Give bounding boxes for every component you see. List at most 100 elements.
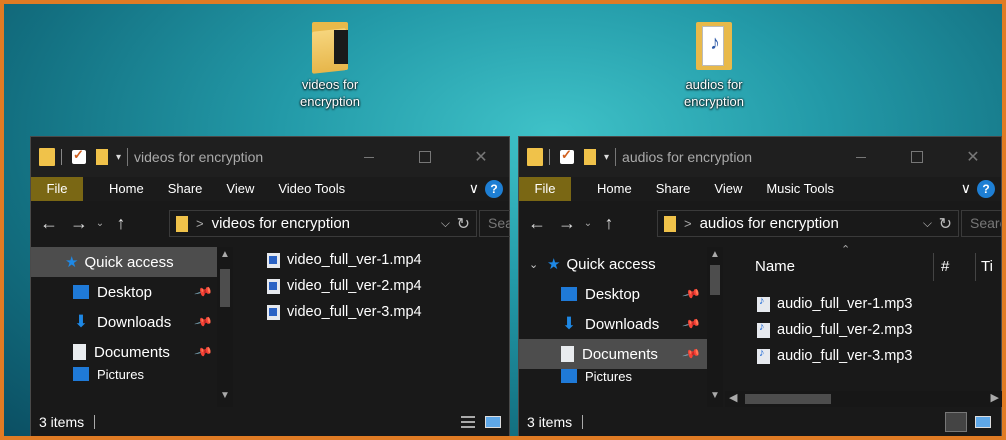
pin-icon[interactable]: 📌 <box>194 342 214 362</box>
tab-view[interactable]: View <box>214 177 266 201</box>
scroll-down-icon[interactable]: ▼ <box>217 390 233 401</box>
pin-icon[interactable]: 📌 <box>682 314 702 334</box>
pin-icon[interactable]: 📌 <box>682 284 702 304</box>
desktop-folder-audios[interactable]: ♪ audios for encryption <box>664 20 764 110</box>
address-bar[interactable]: > videos for encryption ⌵ ↻ <box>169 210 477 237</box>
list-item[interactable]: audio_full_ver-1.mp3 <box>757 291 912 317</box>
help-icon[interactable]: ? <box>485 180 503 198</box>
pin-icon[interactable]: 📌 <box>682 344 702 364</box>
minimize-button[interactable] <box>341 137 397 177</box>
chevron-down-icon[interactable]: ∨ <box>961 180 971 197</box>
refresh-icon[interactable]: ↻ <box>939 214 952 234</box>
sidebar-item-documents[interactable]: Documents 📌 <box>31 337 231 367</box>
tab-music-tools[interactable]: Music Tools <box>754 177 846 201</box>
address-bar[interactable]: > audios for encryption ⌵ ↻ <box>657 210 959 237</box>
recent-locations-icon[interactable]: ⌄ <box>579 218 597 229</box>
tab-home[interactable]: Home <box>585 177 644 201</box>
audio-folder-icon: ♪ <box>692 20 736 72</box>
tab-home[interactable]: Home <box>97 177 156 201</box>
video-folder-icon <box>308 20 352 74</box>
scrollbar-thumb[interactable] <box>710 265 720 295</box>
minimize-button[interactable] <box>833 137 889 177</box>
up-arrow-icon[interactable]: ↑ <box>109 213 133 234</box>
scrollbar-thumb[interactable] <box>745 394 831 404</box>
navigation-scrollbar[interactable]: ▲ ▼ <box>707 247 723 407</box>
column-header-name[interactable]: Name <box>755 247 955 287</box>
breadcrumb[interactable]: videos for encryption <box>212 215 350 232</box>
chevron-down-icon[interactable]: ⌵ <box>441 216 450 231</box>
column-divider[interactable] <box>933 253 934 281</box>
list-item[interactable]: video_full_ver-2.mp4 <box>267 273 422 299</box>
sidebar-item-desktop[interactable]: Desktop 📌 <box>519 279 707 309</box>
sidebar-item-desktop[interactable]: Desktop 📌 <box>31 277 231 307</box>
pin-icon[interactable]: 📌 <box>194 312 214 332</box>
chevron-down-icon[interactable]: ⌄ <box>529 258 539 271</box>
desktop-folder-label: audios for encryption <box>684 77 744 109</box>
back-arrow-icon[interactable]: ← <box>525 213 549 234</box>
back-arrow-icon[interactable]: ← <box>37 213 61 234</box>
chevron-down-icon[interactable]: ∨ <box>469 180 479 197</box>
up-arrow-icon[interactable]: ↑ <box>597 213 621 234</box>
properties-icon[interactable] <box>560 147 574 164</box>
list-item[interactable]: audio_full_ver-3.mp3 <box>757 343 912 369</box>
column-divider[interactable] <box>975 253 976 281</box>
breadcrumb-separator-icon: > <box>684 216 692 231</box>
scroll-left-icon[interactable]: ◀ <box>729 391 737 404</box>
large-icons-view-icon[interactable] <box>975 416 991 428</box>
quick-access-toolbar-dropdown-icon[interactable]: ▾ <box>116 152 121 163</box>
desktop-folder-videos[interactable]: videos for encryption <box>280 20 380 110</box>
recent-locations-icon[interactable]: ⌄ <box>91 218 109 229</box>
scroll-up-icon[interactable]: ▲ <box>707 249 723 260</box>
new-folder-icon[interactable] <box>96 149 108 165</box>
column-header-title[interactable]: Ti <box>981 247 1001 287</box>
search-input[interactable]: Search <box>961 210 1001 237</box>
tab-file[interactable]: File <box>519 177 571 201</box>
sidebar-item-quick-access[interactable]: ★ Quick access <box>31 247 231 277</box>
refresh-icon[interactable]: ↻ <box>457 214 470 234</box>
maximize-button[interactable] <box>889 137 945 177</box>
new-folder-icon[interactable] <box>584 149 596 165</box>
tab-share[interactable]: Share <box>156 177 215 201</box>
properties-icon[interactable] <box>72 147 86 164</box>
divider <box>127 148 129 166</box>
sidebar-item-downloads[interactable]: ⬇ Downloads 📌 <box>31 307 231 337</box>
scroll-right-icon[interactable]: ▶ <box>991 391 999 404</box>
video-file-icon <box>267 278 280 294</box>
tab-share[interactable]: Share <box>644 177 703 201</box>
maximize-button[interactable] <box>397 137 453 177</box>
sidebar-item-pictures[interactable]: Pictures <box>31 367 231 383</box>
scrollbar-thumb[interactable] <box>220 269 230 307</box>
column-header-number[interactable]: # <box>941 247 971 287</box>
tab-file[interactable]: File <box>31 177 83 201</box>
close-button[interactable]: ✕ <box>945 137 1001 177</box>
large-icons-view-icon[interactable] <box>485 416 501 428</box>
scroll-up-icon[interactable]: ▲ <box>217 249 233 260</box>
help-icon[interactable]: ? <box>977 180 995 198</box>
status-bar: 3 items <box>519 408 1001 436</box>
title-bar[interactable]: ▾ audios for encryption ✕ <box>519 137 1001 177</box>
breadcrumb[interactable]: audios for encryption <box>700 215 839 232</box>
tab-view[interactable]: View <box>702 177 754 201</box>
forward-arrow-icon[interactable]: → <box>67 213 91 234</box>
pin-icon[interactable]: 📌 <box>194 282 214 302</box>
quick-access-toolbar-dropdown-icon[interactable]: ▾ <box>604 152 609 163</box>
sidebar-item-downloads[interactable]: ⬇ Downloads 📌 <box>519 309 707 339</box>
forward-arrow-icon[interactable]: → <box>555 213 579 234</box>
close-button[interactable]: ✕ <box>453 137 509 177</box>
sidebar-item-quick-access[interactable]: ⌄ ★ Quick access <box>519 249 707 279</box>
search-input[interactable]: Search <box>479 210 510 237</box>
list-item[interactable]: audio_full_ver-2.mp3 <box>757 317 912 343</box>
list-item[interactable]: video_full_ver-3.mp4 <box>267 299 422 325</box>
horizontal-scrollbar[interactable]: ◀ ▶ <box>725 391 1002 407</box>
scroll-down-icon[interactable]: ▼ <box>707 390 723 401</box>
navigation-scrollbar[interactable]: ▲ ▼ <box>217 247 233 407</box>
details-view-icon[interactable] <box>945 412 967 432</box>
tab-video-tools[interactable]: Video Tools <box>266 177 357 201</box>
title-bar[interactable]: ▾ videos for encryption ✕ <box>31 137 509 177</box>
details-view-icon[interactable] <box>461 416 475 430</box>
sidebar-item-documents[interactable]: Documents 📌 <box>519 339 707 369</box>
list-item[interactable]: video_full_ver-1.mp4 <box>267 247 422 273</box>
breadcrumb-separator-icon: > <box>196 216 204 231</box>
sidebar-item-pictures[interactable]: Pictures <box>519 369 707 383</box>
chevron-down-icon[interactable]: ⌵ <box>923 216 932 231</box>
